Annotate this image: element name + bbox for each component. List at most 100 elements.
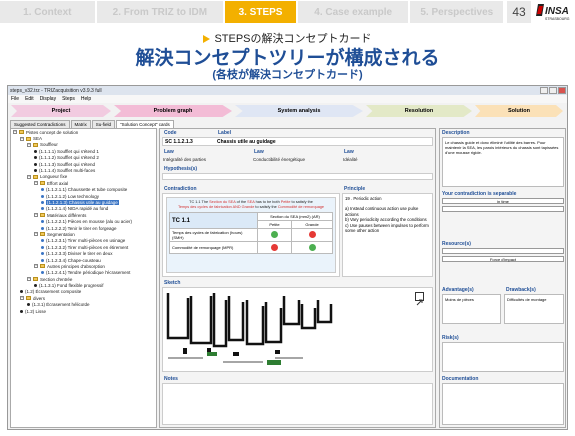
bullet-icon	[41, 194, 44, 198]
sketch-drawing	[166, 293, 333, 365]
app-window: steps_v32.trz - TRIZacquisition v3.9.3 f…	[7, 85, 568, 430]
tab-solution-concept-cards[interactable]: "Solution Concept" cards	[116, 120, 174, 128]
documentation-label: Documentation	[442, 376, 479, 382]
bullet-icon	[41, 220, 44, 224]
tab-su-field[interactable]: Su-field	[91, 120, 116, 128]
maximize-icon[interactable]	[549, 87, 557, 94]
bullet-icon	[34, 169, 37, 173]
collapse-icon[interactable]: −	[34, 232, 38, 237]
drawbacks-field[interactable]: Difficultés de montage	[504, 294, 564, 324]
resource-field-empty[interactable]	[442, 248, 564, 254]
close-icon[interactable]	[558, 87, 566, 94]
menu-bar: File Edit Display Steps Help	[8, 95, 567, 103]
hypothesis-field[interactable]	[162, 173, 433, 180]
collapse-icon[interactable]: −	[27, 142, 31, 147]
principle-line: b) Vary periodicity according the condit…	[345, 217, 427, 223]
bullet-icon	[20, 309, 23, 313]
folder-icon	[26, 136, 31, 141]
bullet-icon	[41, 245, 44, 249]
tree-node-label: (1.1.3.1) Fond flexible progressif	[39, 283, 104, 289]
bullet-icon	[34, 284, 37, 288]
principle-line: a) Instead continuous action use pulse a…	[345, 206, 419, 217]
tree-node-label: Effort axial	[47, 180, 69, 186]
principle-line: c) Use pauses between impulses to perfor…	[345, 222, 429, 234]
documentation-field[interactable]	[442, 383, 564, 425]
flow-step-solution[interactable]: Solution	[475, 105, 563, 117]
flow-step-problem-graph[interactable]: Problem graph	[114, 105, 232, 117]
menu-file[interactable]: File	[11, 96, 19, 102]
tree-node-label: (1.1.2.3.3) Diviser le tirer en deux	[46, 251, 113, 257]
solution-concept-tree: − Pistes concept de solution − SEA − Souffleu…	[10, 128, 157, 428]
risks-field[interactable]	[442, 342, 564, 372]
minimize-icon[interactable]	[540, 87, 548, 94]
menu-help[interactable]: Help	[81, 96, 91, 102]
tree-node-label: (1.1.1.2) Soufflet qui s'étend 2	[39, 155, 99, 161]
collapse-icon[interactable]: −	[13, 130, 17, 135]
tab-matrix[interactable]: Matrix	[70, 120, 91, 128]
collapse-icon[interactable]: −	[20, 136, 24, 141]
nav-tab-triz-to-idm[interactable]: 2. From TRIZ to IDM	[96, 1, 224, 23]
contradiction-statement: TC 1.1 The Section du SEA of the SEA has…	[177, 200, 325, 209]
menu-display[interactable]: Display	[40, 96, 56, 102]
principle-label: Principle	[344, 186, 366, 192]
principle-panel: 19 . Periodic action a) Instead continuo…	[342, 193, 433, 277]
collapse-icon[interactable]: −	[27, 277, 31, 282]
collapse-icon[interactable]: −	[34, 264, 38, 269]
folder-icon	[40, 232, 45, 237]
nav-tab-context[interactable]: 1. Context	[0, 1, 95, 23]
table-row: Temps des cycles de fabrication (hours) …	[169, 228, 333, 243]
sketch-area[interactable]	[162, 287, 433, 372]
tree-node-label: Longueur fixe	[40, 174, 68, 180]
menu-steps[interactable]: Steps	[62, 96, 75, 102]
bullet-icon	[41, 200, 44, 204]
collapse-icon[interactable]: −	[34, 213, 38, 218]
tab-suggested-contradictions[interactable]: Suggested Contradictions	[10, 120, 70, 128]
nav-tab-steps[interactable]: 3. STEPS	[225, 1, 296, 23]
flow-step-system-analysis[interactable]: System analysis	[235, 105, 363, 117]
tree-node-label: Segmentation	[47, 231, 75, 237]
collapse-icon[interactable]: −	[27, 174, 31, 179]
card-side-area: Description Le chassis guide et donc éli…	[439, 128, 566, 428]
separable-extra-field[interactable]	[442, 206, 564, 212]
separable-value[interactable]: in time	[442, 198, 564, 204]
nav-tab-perspectives[interactable]: 5. Perspectives	[410, 1, 504, 23]
app-title: steps_v32.trz - TRIZacquisition v3.9.3 f…	[10, 87, 102, 94]
expand-sketch-icon[interactable]	[415, 292, 424, 306]
bullet-icon	[27, 303, 30, 307]
tree-node-label: (1.1.2.2.2) Tenir le tirer en forgeage	[46, 225, 117, 231]
table-row-label: Temps des cycles de fabrication (hours) …	[169, 228, 258, 243]
description-field[interactable]: Le chassis guide et donc éliminé l'utili…	[442, 137, 564, 187]
menu-edit[interactable]: Edit	[25, 96, 34, 102]
advantages-field[interactable]: Moins de pièces	[442, 294, 501, 324]
table-col-petite: Petite	[256, 220, 293, 230]
law-value-2[interactable]: Conductibilité énergétique	[250, 156, 308, 164]
folder-icon	[33, 277, 38, 282]
tree-node-label: (1.1.1.3) Soufflet qui s'étend	[39, 161, 96, 167]
law-value-1[interactable]: Intégralité des parties	[160, 156, 209, 164]
flow-step-resolution[interactable]: Resolution	[366, 105, 472, 117]
flow-step-project[interactable]: Project	[11, 105, 111, 117]
tree-node-label: (1.1.1.4) Soufflet multi-faces	[39, 168, 96, 174]
table-row: Commodité de remorquage (MPR)	[169, 241, 333, 255]
unsatisfied-face-icon	[271, 243, 278, 251]
tree-node-label: SEA	[33, 136, 43, 142]
advantages-label: Advantage(s)	[442, 287, 474, 293]
tree-node-label: Autres principes d'absorption	[47, 263, 105, 269]
bullet-icon	[41, 252, 44, 256]
collapse-icon[interactable]: −	[34, 181, 38, 186]
law-value-3[interactable]: Idéalité	[340, 156, 361, 164]
code-label: Code	[164, 130, 177, 136]
label-value[interactable]: Chassis utile au guidage	[217, 139, 276, 145]
resource-value[interactable]: Force d'impact	[442, 256, 564, 262]
tree-node[interactable]: (1.2) Lisse	[11, 308, 156, 314]
bullet-icon	[34, 149, 37, 153]
collapse-icon[interactable]: −	[20, 296, 24, 301]
nav-tab-case-example[interactable]: 4. Case example	[297, 1, 409, 23]
notes-field[interactable]	[162, 383, 433, 425]
drawbacks-label: Drawback(s)	[506, 287, 536, 293]
table-id: TC 1.1	[169, 212, 258, 230]
code-value[interactable]: SC 1.1.2.1.3	[165, 139, 193, 145]
notes-label: Notes	[164, 376, 178, 382]
law-label-3: Law	[344, 149, 354, 155]
bullet-icon	[34, 156, 37, 160]
